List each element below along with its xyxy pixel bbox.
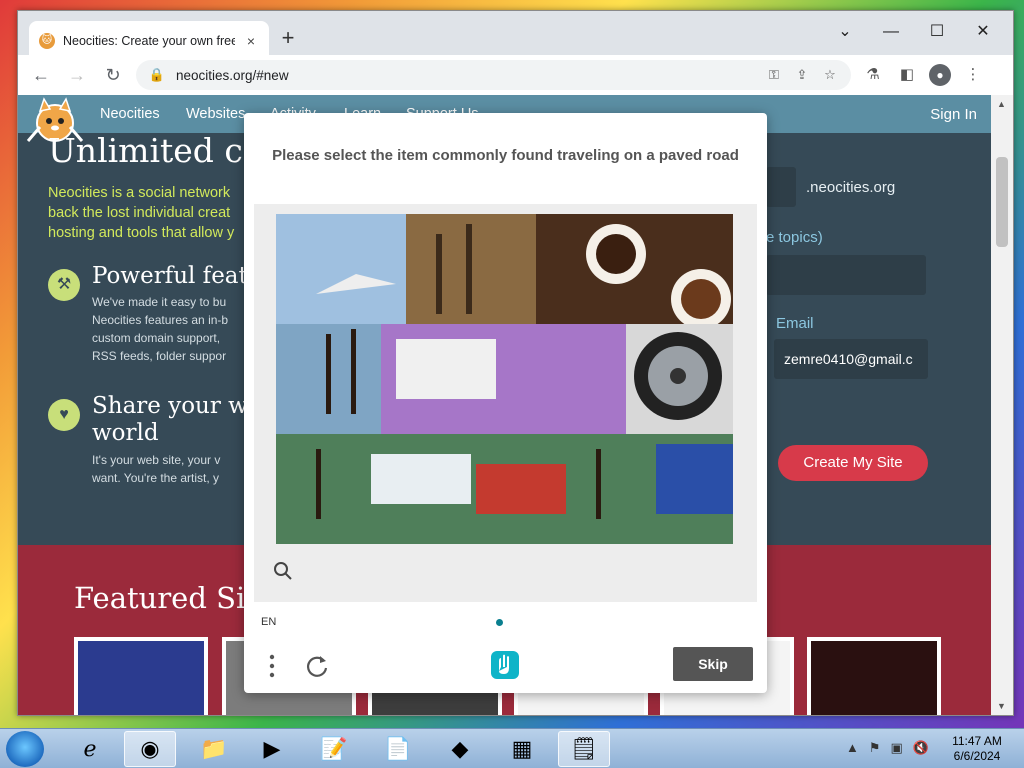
feature-line: Neocities features an in-b bbox=[92, 313, 229, 327]
start-button[interactable] bbox=[6, 731, 44, 767]
signup-form: .neocities.org e topics) Email zemre0410… bbox=[766, 155, 966, 555]
share-icon[interactable]: ⇪ bbox=[793, 67, 811, 83]
sticky-notes-icon[interactable]: 🗒 bbox=[558, 731, 610, 767]
featured-site-thumb[interactable] bbox=[74, 637, 208, 715]
hcaptcha-logo-icon bbox=[491, 651, 519, 679]
featured-site-thumb[interactable] bbox=[807, 637, 941, 715]
flag-icon[interactable]: ⚑ bbox=[869, 740, 881, 756]
reload-button[interactable]: ↻ bbox=[100, 62, 126, 88]
menu-kebab-icon[interactable]: ⋮ bbox=[961, 63, 985, 87]
labs-flask-icon[interactable]: ⚗ bbox=[861, 63, 885, 87]
internet-explorer-icon[interactable]: ℯ bbox=[64, 731, 116, 767]
challenge-area bbox=[254, 204, 757, 602]
page-indicator-dot bbox=[496, 619, 503, 626]
clock[interactable]: 11:47 AM 6/6/2024 bbox=[942, 734, 1012, 764]
side-panel-icon[interactable]: ◧ bbox=[895, 63, 919, 87]
scroll-up-icon[interactable]: ▲ bbox=[997, 99, 1006, 109]
hammer-icon: ⚒ bbox=[48, 269, 80, 301]
key-icon[interactable]: ⚿ bbox=[765, 67, 783, 83]
wordpad-icon[interactable]: 📄 bbox=[372, 731, 424, 767]
back-button[interactable]: ← bbox=[28, 62, 54, 88]
feature-line: custom domain support, bbox=[92, 331, 221, 345]
scroll-thumb[interactable] bbox=[996, 157, 1008, 247]
tray-expand-icon[interactable]: ▲ bbox=[846, 740, 859, 756]
hero-line: hosting and tools that allow y bbox=[48, 225, 235, 241]
hero-line: Neocities is a social network bbox=[48, 185, 231, 201]
sticky-app-icon[interactable]: ◆ bbox=[434, 731, 486, 767]
email-input[interactable]: zemre0410@gmail.c bbox=[774, 339, 928, 379]
topics-label: e topics) bbox=[766, 229, 823, 246]
notepad-plus-icon[interactable]: 📝 bbox=[308, 731, 360, 767]
volume-muted-icon[interactable]: 🔇 bbox=[913, 740, 929, 756]
zoom-icon[interactable] bbox=[272, 560, 294, 582]
page-scrollbar[interactable]: ▲ ▼ bbox=[991, 95, 1013, 715]
minimize-button[interactable]: — bbox=[868, 17, 914, 47]
nav-neocities[interactable]: Neocities bbox=[100, 106, 160, 122]
network-icon[interactable]: ▣ bbox=[891, 740, 903, 756]
hero-text: Neocities is a social network back the l… bbox=[48, 183, 248, 243]
feature-line: RSS feeds, folder suppor bbox=[92, 349, 227, 363]
heart-icon: ♥ bbox=[48, 399, 80, 431]
hero-title: Unlimited cr bbox=[48, 131, 259, 170]
feature-title: Powerful featu bbox=[92, 263, 263, 289]
close-window-button[interactable]: ✕ bbox=[960, 17, 1006, 47]
tab-search-button[interactable]: ⌄ bbox=[822, 17, 868, 47]
taskbar: ℯ ◉ 📁 ▶ 📝 📄 ◆ ▦ 🗒 ▲ ⚑ ▣ 🔇 11:47 AM 6/6/2… bbox=[0, 728, 1024, 768]
clock-time: 11:47 AM bbox=[952, 734, 1002, 748]
lock-icon[interactable]: 🔒 bbox=[148, 67, 166, 83]
language-selector[interactable]: EN bbox=[261, 616, 276, 628]
email-label: Email bbox=[776, 315, 814, 332]
feature-line: want. You're the artist, y bbox=[92, 471, 220, 485]
featured-title: Featured Sit bbox=[74, 581, 257, 615]
hero-line: back the lost individual creat bbox=[48, 205, 231, 221]
create-my-site-button[interactable]: Create My Site bbox=[778, 445, 928, 481]
feature-line: It's your web site, your v bbox=[92, 453, 221, 467]
menu-dots-icon[interactable] bbox=[264, 653, 280, 679]
title-bar: 🐱 Neocities: Create your own free × + ⌄ … bbox=[18, 11, 1013, 61]
feature-line: We've made it easy to bu bbox=[92, 295, 227, 309]
close-tab-icon[interactable]: × bbox=[243, 33, 259, 49]
file-explorer-icon[interactable]: 📁 bbox=[188, 731, 240, 767]
address-bar[interactable]: 🔒 neocities.org/#new ⚿ ⇪ ☆ bbox=[136, 60, 851, 90]
browser-toolbar: ← → ↻ 🔒 neocities.org/#new ⚿ ⇪ ☆ ⚗ ◧ ● ⋮ bbox=[18, 55, 1013, 95]
skip-button[interactable]: Skip bbox=[673, 647, 753, 681]
feature-title: Share your we bbox=[92, 393, 262, 419]
tab-title: Neocities: Create your own free bbox=[63, 34, 235, 48]
url-text: neocities.org/#new bbox=[176, 67, 289, 83]
challenge-prompt: Please select the item commonly found tr… bbox=[272, 147, 739, 164]
feature-text: We've made it easy to bu Neocities featu… bbox=[92, 293, 252, 365]
scroll-down-icon[interactable]: ▼ bbox=[997, 701, 1006, 711]
new-tab-button[interactable]: + bbox=[276, 25, 300, 51]
neocities-favicon-icon: 🐱 bbox=[39, 33, 55, 49]
nav-websites[interactable]: Websites bbox=[186, 106, 245, 122]
site-name-input[interactable] bbox=[766, 167, 796, 207]
challenge-image[interactable] bbox=[276, 214, 733, 544]
profile-avatar[interactable]: ● bbox=[929, 64, 951, 86]
sign-in-link[interactable]: Sign In bbox=[930, 106, 977, 123]
bookmark-star-icon[interactable]: ☆ bbox=[821, 67, 839, 83]
refresh-icon[interactable] bbox=[304, 653, 330, 679]
maximize-button[interactable]: ☐ bbox=[914, 17, 960, 47]
hcaptcha-challenge: Please select the item commonly found tr… bbox=[244, 113, 767, 693]
domain-suffix: .neocities.org bbox=[806, 179, 896, 196]
media-player-icon[interactable]: ▶ bbox=[246, 731, 298, 767]
chrome-icon[interactable]: ◉ bbox=[124, 731, 176, 767]
password-input[interactable] bbox=[766, 255, 926, 295]
feature-text: It's your web site, your v want. You're … bbox=[92, 451, 252, 487]
clock-date: 6/6/2024 bbox=[953, 749, 1001, 763]
forward-button[interactable]: → bbox=[64, 62, 90, 88]
system-tray: ▲ ⚑ ▣ 🔇 bbox=[846, 740, 929, 756]
calculator-icon[interactable]: ▦ bbox=[496, 731, 548, 767]
feature-title-line2: world bbox=[92, 420, 159, 446]
